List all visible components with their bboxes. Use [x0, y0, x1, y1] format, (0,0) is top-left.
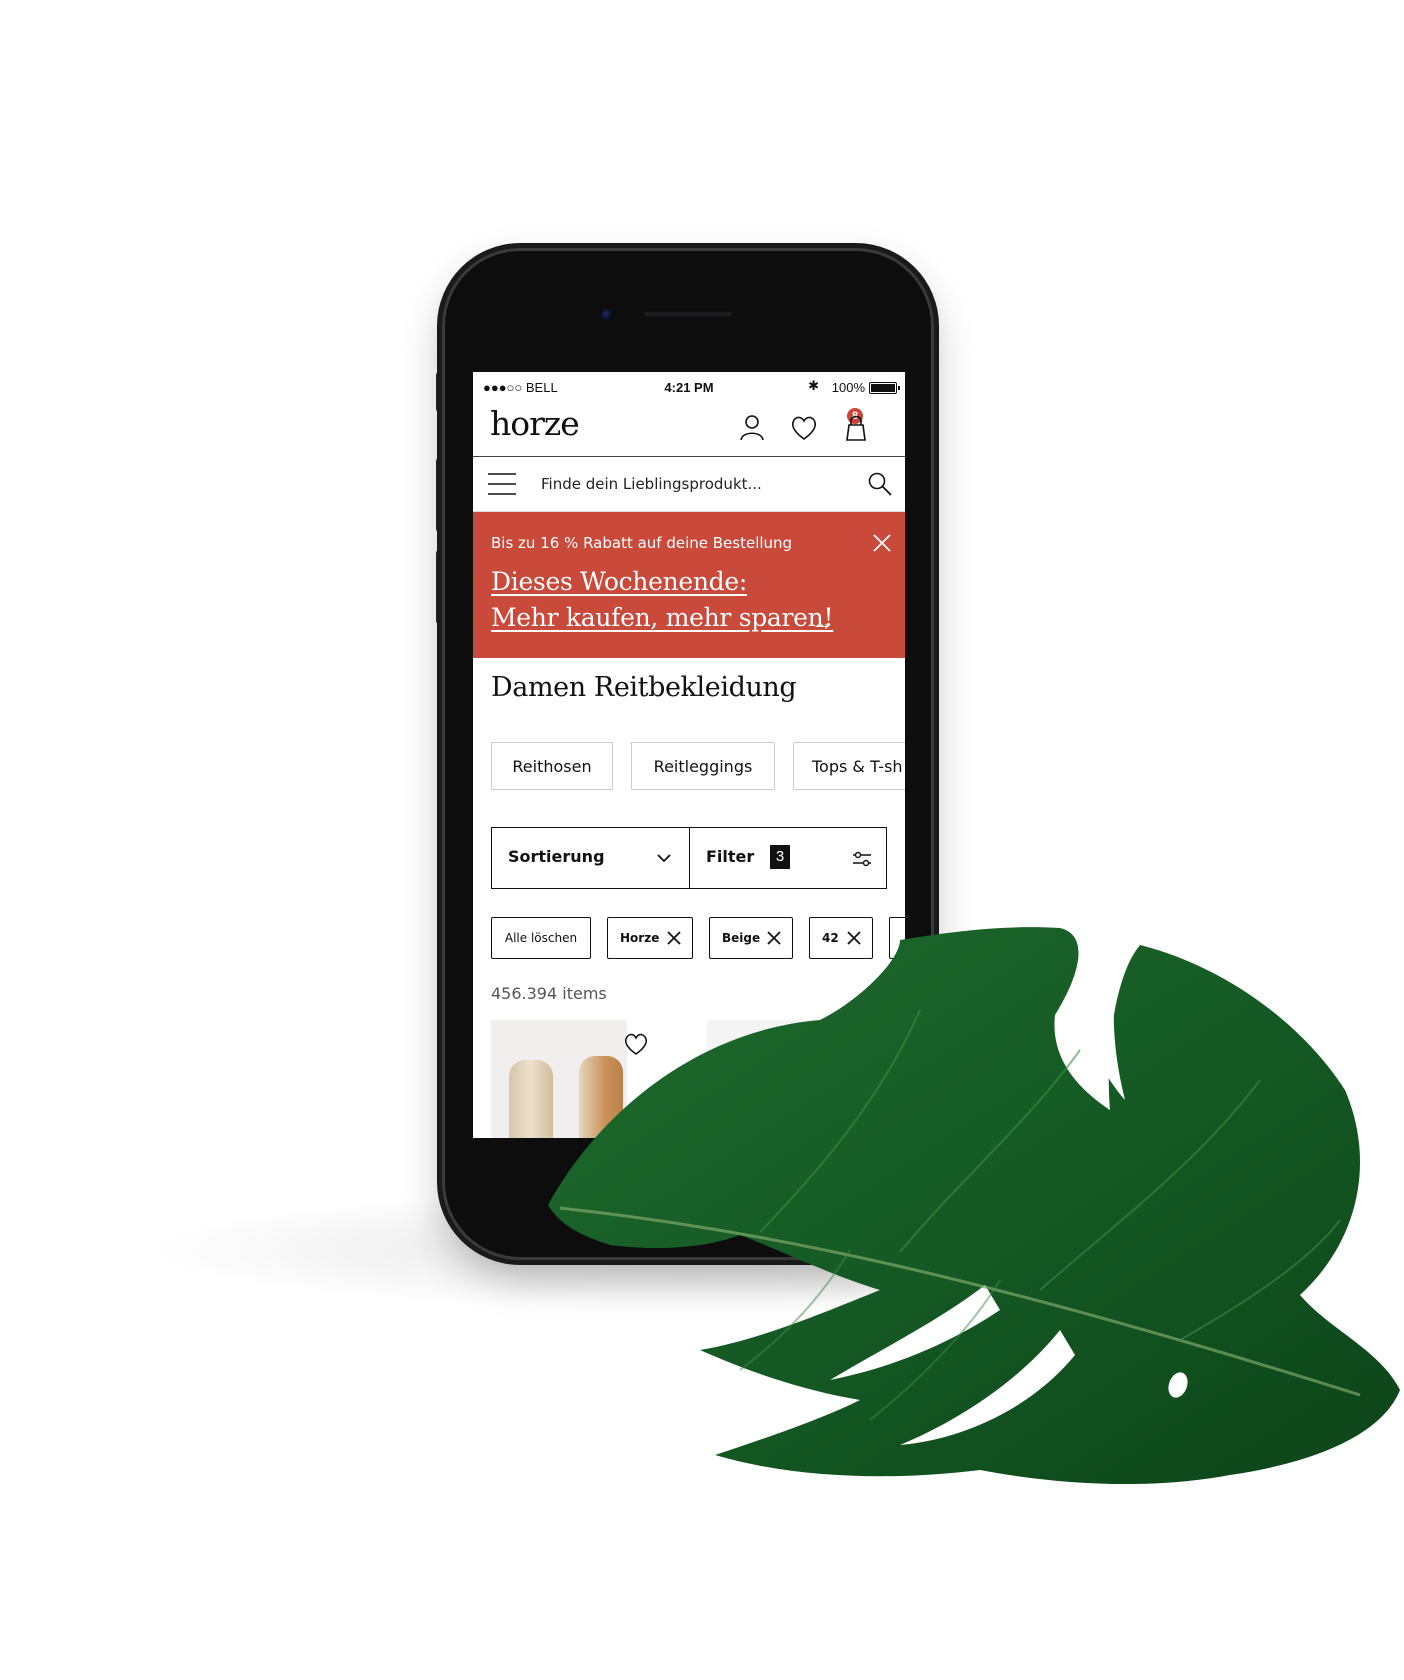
close-icon[interactable]	[871, 532, 893, 554]
product-image-2[interactable]	[707, 1020, 905, 1138]
product-photo-front	[509, 1060, 553, 1138]
remove-tag-icon[interactable]	[766, 930, 782, 946]
promo-headline-line2: Mehr kaufen, mehr sparen!	[491, 603, 834, 632]
remove-tag-icon[interactable]	[846, 930, 862, 946]
filter-tag-horze[interactable]: Horze	[607, 917, 693, 959]
filter-tag-partial[interactable]	[889, 917, 905, 959]
chevron-down-icon	[657, 854, 671, 863]
search-input[interactable]	[541, 471, 841, 497]
filter-tag-label: 42	[822, 931, 839, 945]
battery-percent: 100%	[831, 380, 865, 395]
filter-count-badge: 3	[770, 845, 790, 869]
sort-label: Sortierung	[508, 847, 605, 866]
sliders-icon	[853, 851, 871, 867]
front-camera	[600, 308, 612, 320]
promo-banner[interactable]: Bis zu 16 % Rabatt auf deine Bestellung …	[473, 512, 905, 658]
product-photo-back	[579, 1056, 623, 1138]
promo-headline[interactable]: Dieses Wochenende: Mehr kaufen, mehr spa…	[491, 564, 834, 636]
search-icon[interactable]	[867, 471, 893, 497]
earpiece-speaker	[643, 310, 733, 317]
menu-icon[interactable]	[487, 471, 517, 497]
page-title: Damen Reitbekleidung	[491, 672, 797, 703]
promo-subtitle: Bis zu 16 % Rabatt auf deine Bestellung	[491, 534, 793, 552]
bag-icon[interactable]	[841, 412, 871, 442]
category-chip-reitleggings[interactable]: Reitleggings	[631, 742, 775, 790]
heart-icon[interactable]	[789, 412, 819, 442]
status-bar: ●●●○○ BELL 4:21 PM ✱ 100%	[473, 372, 905, 402]
product-image[interactable]	[491, 1020, 627, 1138]
promo-headline-line1: Dieses Wochenende:	[491, 567, 748, 596]
sort-filter-bar: Sortierung Filter 3	[491, 827, 887, 889]
search-bar	[473, 457, 905, 512]
remove-tag-icon[interactable]	[666, 930, 682, 946]
results-count: 456.394 items	[491, 984, 607, 1003]
filter-button[interactable]: Filter 3	[690, 828, 886, 888]
filter-tag-label: Beige	[722, 931, 761, 945]
filter-tag-beige[interactable]: Beige	[709, 917, 793, 959]
category-chip-reithosen[interactable]: Reithosen	[491, 742, 613, 790]
phone-screen: ●●●○○ BELL 4:21 PM ✱ 100% horze 8 Finde …	[473, 372, 905, 1138]
add-to-wishlist-heart-icon[interactable]	[621, 1028, 651, 1058]
category-chip-tops[interactable]: Tops & T-sh	[793, 742, 905, 790]
filter-label: Filter	[706, 847, 755, 866]
bluetooth-icon: ✱	[808, 378, 819, 393]
filter-tag-42[interactable]: 42	[809, 917, 873, 959]
arrow-right-icon: →	[811, 610, 833, 635]
sort-dropdown[interactable]: Sortierung	[492, 828, 690, 888]
horze-logo[interactable]: horze	[490, 404, 580, 443]
clear-all-filters-button[interactable]: Alle löschen	[491, 917, 591, 959]
site-header: horze 8	[473, 402, 905, 457]
account-icon[interactable]	[737, 412, 767, 442]
filter-tag-label: Horze	[620, 931, 660, 945]
battery-icon	[869, 382, 900, 394]
